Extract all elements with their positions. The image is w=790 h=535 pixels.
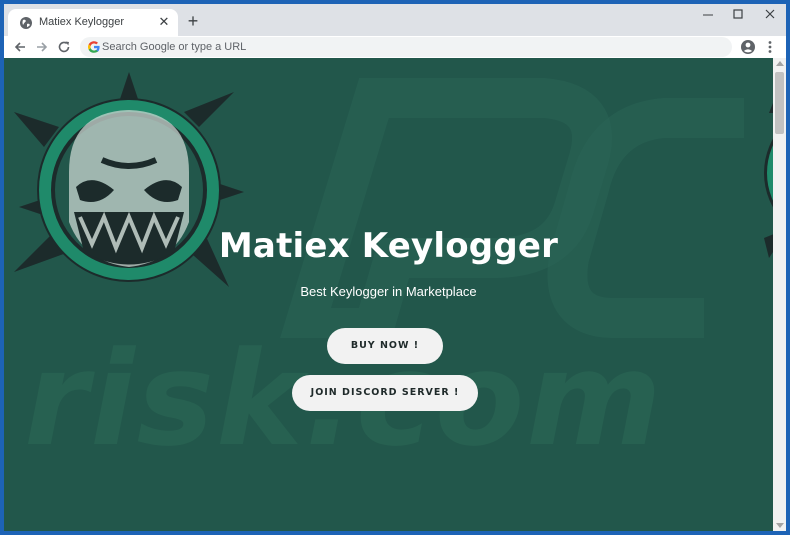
omnibox[interactable]	[80, 37, 732, 57]
scroll-up-arrow-icon[interactable]	[776, 61, 784, 66]
globe-icon	[20, 17, 32, 29]
vertical-scrollbar[interactable]	[773, 58, 786, 531]
skull-logo-icon	[14, 72, 244, 287]
watermark-pc-logo	[280, 78, 744, 338]
google-g-icon	[88, 41, 100, 53]
back-arrow-icon[interactable]	[12, 39, 28, 55]
tab-strip: Matiex Keylogger ✕ +	[4, 4, 786, 36]
account-circle-icon[interactable]	[740, 39, 756, 55]
forward-arrow-icon[interactable]	[34, 39, 50, 55]
close-icon[interactable]	[754, 4, 786, 28]
scroll-down-arrow-icon[interactable]	[776, 523, 784, 528]
browser-window: Matiex Keylogger ✕ + Search Google or ty…	[4, 4, 786, 531]
tab-title: Matiex Keylogger	[39, 16, 124, 28]
scrollbar-thumb[interactable]	[775, 72, 784, 134]
join-discord-button[interactable]: JOIN DISCORD SERVER !	[292, 375, 478, 411]
tab-active[interactable]: Matiex Keylogger ✕	[8, 9, 178, 36]
minimize-icon[interactable]	[692, 4, 724, 28]
reload-icon[interactable]	[56, 39, 72, 55]
toolbar	[4, 36, 786, 58]
page-viewport: risk.com	[4, 58, 773, 531]
page-title: Matiex Keylogger	[218, 226, 559, 266]
new-tab-button[interactable]: +	[184, 12, 202, 30]
page-subtitle: Best Keylogger in Marketplace	[300, 284, 477, 299]
tab-close-icon[interactable]: ✕	[156, 14, 172, 30]
buy-now-button[interactable]: BUY NOW !	[327, 328, 443, 364]
kebab-menu-icon[interactable]	[764, 39, 776, 55]
maximize-icon[interactable]	[722, 4, 754, 28]
address-input[interactable]	[102, 37, 702, 57]
